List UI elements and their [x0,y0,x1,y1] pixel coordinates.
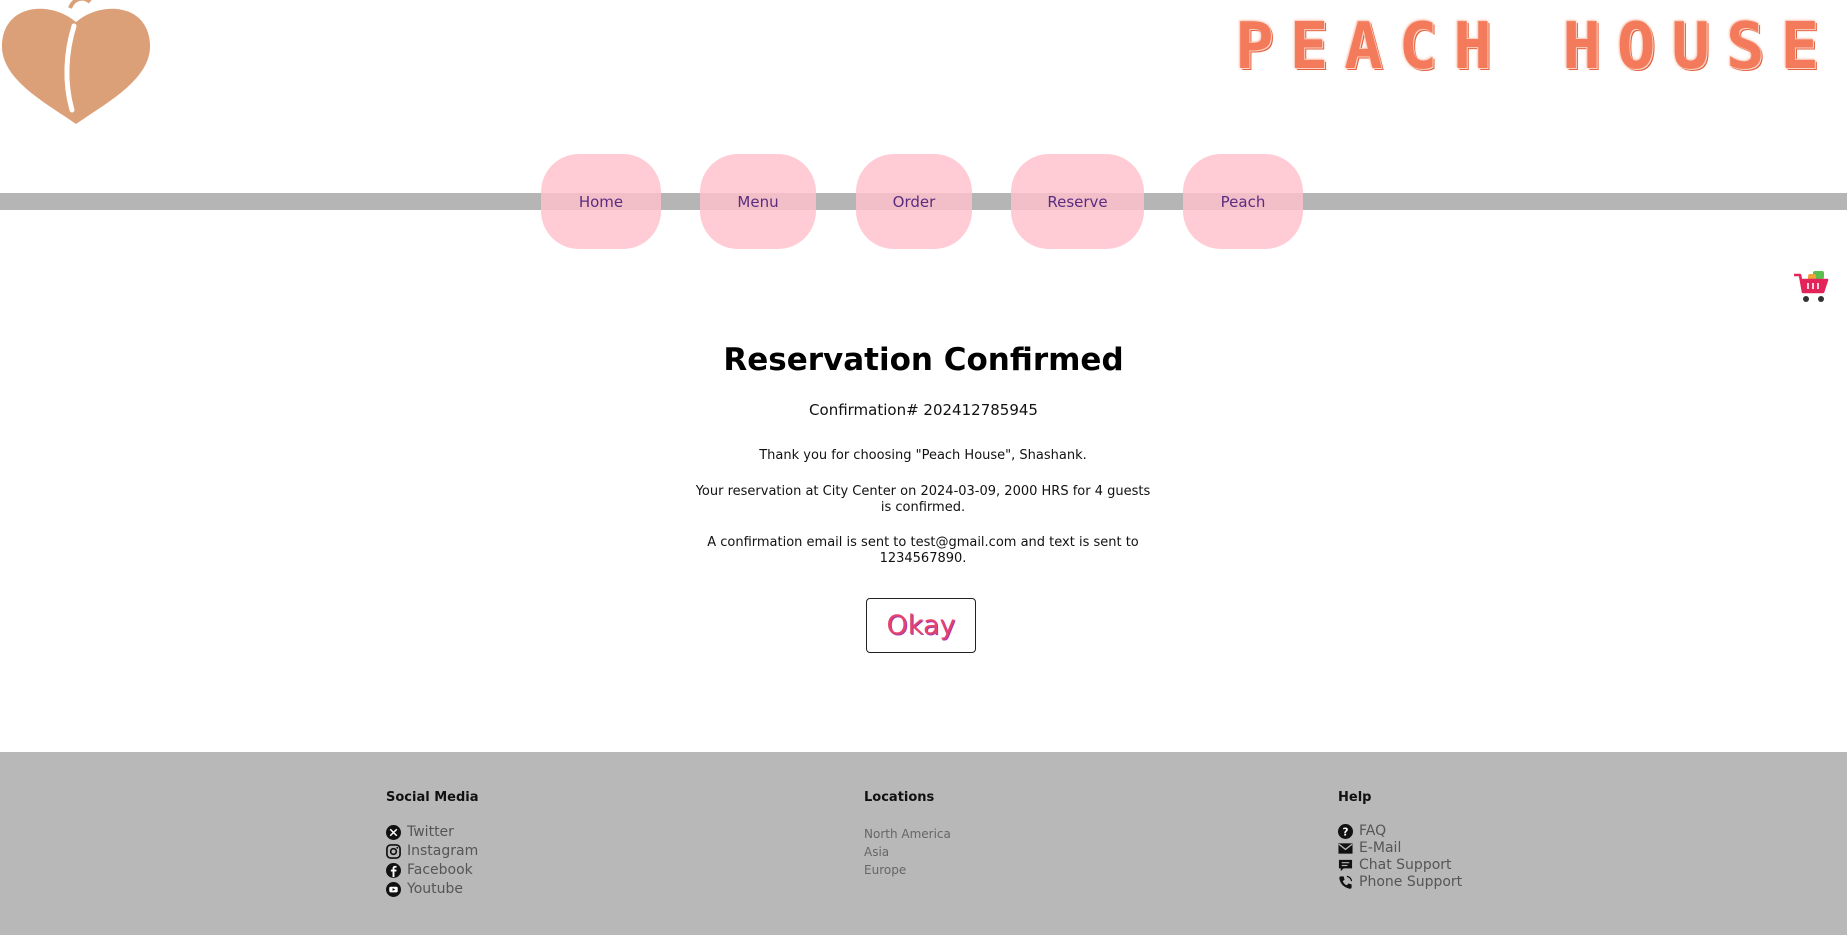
okay-button[interactable]: Okay [866,598,976,653]
youtube-link[interactable]: Youtube [386,881,463,897]
facebook-label: Facebook [407,862,473,878]
footer: Social Media Twitter Instagram Facebook … [0,752,1847,935]
confirmation-number: Confirmation# 202412785945 [809,401,1038,419]
nav-menu[interactable]: Menu [700,154,816,249]
nav-peach[interactable]: Peach [1183,154,1303,249]
twitter-label: Twitter [407,824,454,840]
help-heading: Help [1338,790,1372,805]
reservation-details: Your reservation at City Center on 2024-… [695,484,1151,515]
nav-reserve[interactable]: Reserve [1011,154,1144,249]
brand-title: PEACH HOUSE [1235,10,1835,84]
social-media-heading: Social Media [386,790,479,805]
peach-logo[interactable] [0,0,152,124]
facebook-icon [386,862,401,878]
youtube-icon [386,881,401,897]
phone-support-link[interactable]: Phone Support [1338,874,1462,890]
cart-icon[interactable] [1792,268,1830,306]
thank-you-message: Thank you for choosing "Peach House", Sh… [759,448,1087,463]
location-asia[interactable]: Asia [864,845,889,859]
chat-support-label: Chat Support [1359,857,1452,873]
chat-support-link[interactable]: Chat Support [1338,857,1452,873]
instagram-icon [386,843,401,859]
instagram-label: Instagram [407,843,479,859]
notification-message: A confirmation email is sent to test@gma… [707,535,1139,566]
email-link[interactable]: E-Mail [1338,840,1401,856]
question-icon: ? [1338,823,1353,839]
location-north-america[interactable]: North America [864,827,951,841]
email-label: E-Mail [1359,840,1402,856]
nav-order[interactable]: Order [856,154,972,249]
faq-label: FAQ [1359,823,1387,839]
chat-icon [1338,859,1353,871]
facebook-link[interactable]: Facebook [386,862,473,878]
envelope-icon [1338,842,1353,854]
youtube-label: Youtube [407,881,463,897]
nav-home[interactable]: Home [541,154,661,249]
svg-text:?: ? [1343,826,1349,838]
locations-heading: Locations [864,790,935,805]
location-europe[interactable]: Europe [864,863,906,877]
page-title: Reservation Confirmed [723,342,1124,378]
faq-link[interactable]: ? FAQ [1338,823,1386,839]
twitter-link[interactable]: Twitter [386,824,454,840]
phone-icon [1339,875,1353,889]
phone-support-label: Phone Support [1359,874,1463,890]
x-icon [386,824,401,840]
instagram-link[interactable]: Instagram [386,843,478,859]
